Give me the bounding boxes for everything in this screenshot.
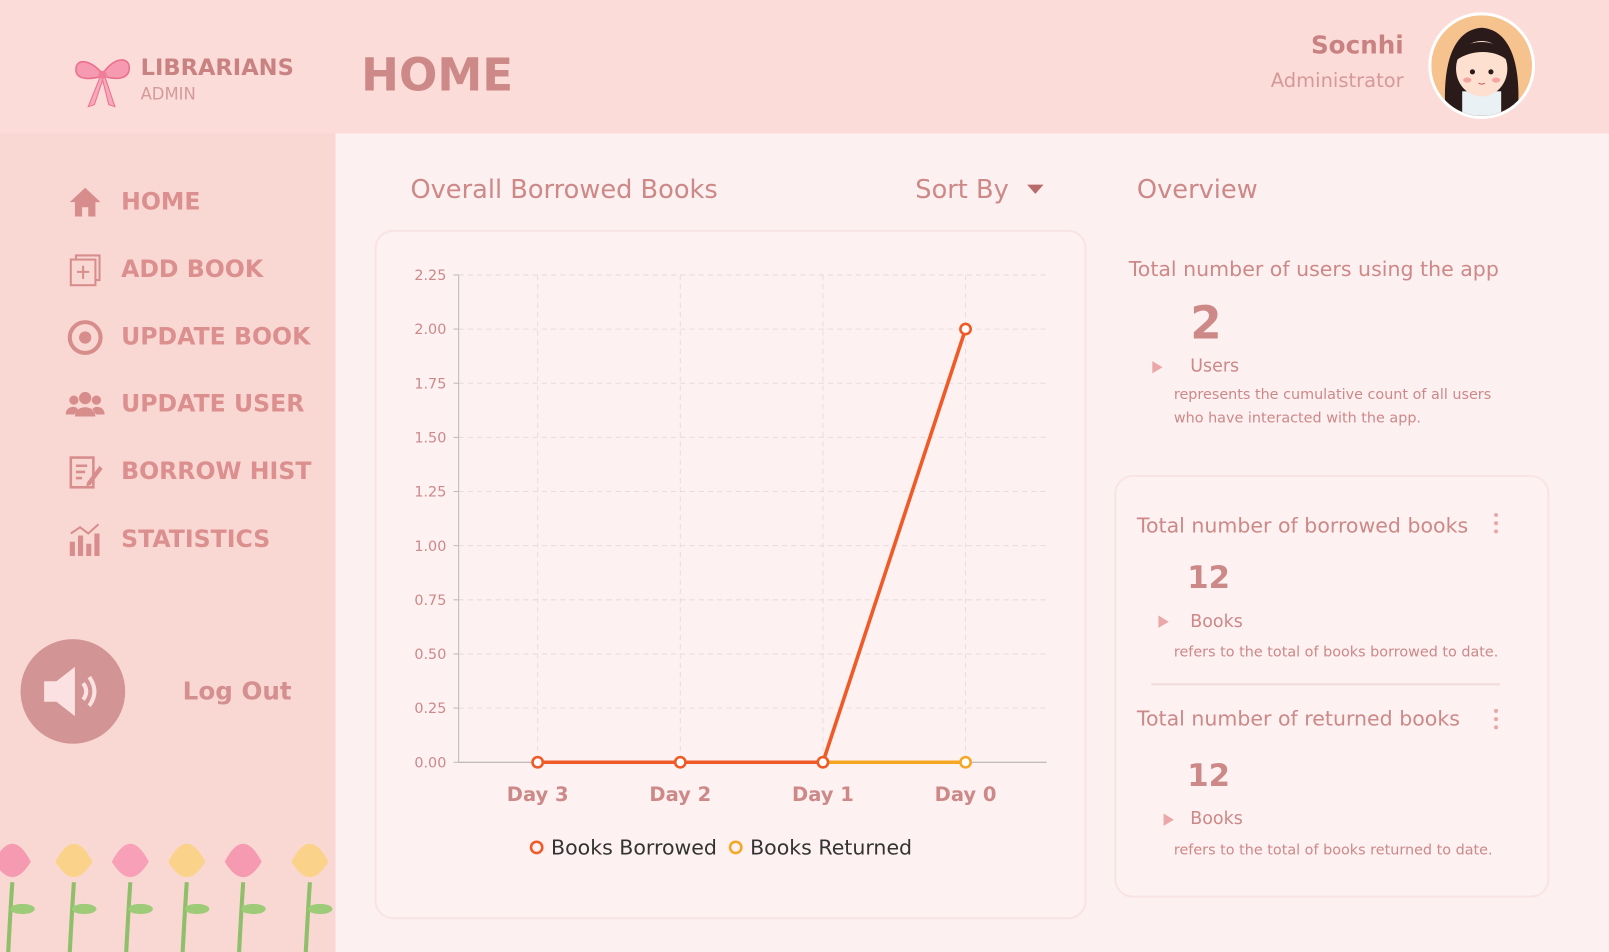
y-tick-label: 1.00 [414, 539, 446, 555]
bullet-icon [1158, 615, 1169, 628]
returned-stat-title: Total number of returned books [1136, 705, 1460, 731]
sidebar-item-label: HOME [121, 188, 201, 216]
avatar[interactable] [1428, 12, 1536, 120]
y-tick-label: 0.25 [414, 701, 446, 717]
borrowed-unit: Books [1190, 611, 1243, 632]
bullet-icon [1152, 361, 1163, 374]
chart-title: Overall Borrowed Books [410, 174, 718, 205]
returned-count: 12 [1187, 758, 1231, 795]
books-stats-card [1114, 474, 1550, 898]
sort-by-label: Sort By [915, 174, 1009, 205]
users-stat-title: Total number of users using the app [1128, 256, 1499, 282]
sidebar-item-statistics[interactable]: STATISTICS [66, 517, 323, 562]
returned-desc: refers to the total of books returned to… [1173, 842, 1493, 859]
brand-title: LIBRARIANS [140, 55, 294, 82]
x-tick-label: Day 2 [649, 783, 711, 806]
y-tick-label: 0.75 [414, 593, 446, 609]
users-desc-line2: who have interacted with the app. [1173, 410, 1422, 427]
legend-marker [529, 840, 544, 855]
sidebar-item-label: BORROW HIST [121, 458, 312, 486]
users-desc-line1: represents the cumulative count of all u… [1173, 386, 1492, 404]
y-tick-label: 1.50 [414, 431, 446, 447]
legend-label: Books Borrowed [551, 836, 717, 860]
sidebar-item-update-book[interactable]: UPDATE BOOK [66, 315, 323, 360]
sidebar-item-borrow-hist[interactable]: BORROW HIST [66, 449, 323, 494]
bullet-icon [1163, 813, 1174, 826]
sidebar-item-update-user[interactable]: UPDATE USER [65, 382, 323, 427]
sound-toggle-button[interactable] [20, 639, 126, 744]
brand-subtitle: ADMIN [140, 84, 196, 104]
y-tick-label: 2.25 [414, 268, 446, 284]
tulip-decoration [0, 843, 333, 952]
statistics-icon [66, 520, 105, 559]
x-tick-label: Day 3 [507, 783, 569, 806]
data-point [531, 755, 545, 769]
home-icon [66, 183, 105, 222]
sidebar-item-label: UPDATE USER [121, 390, 305, 418]
users-unit: Users [1190, 355, 1240, 377]
users-icon [65, 385, 105, 424]
sidebar-item-label: ADD BOOK [121, 256, 264, 284]
divider [1151, 683, 1501, 686]
overview-title: Overview [1136, 174, 1258, 205]
returned-unit: Books [1190, 808, 1243, 829]
sidebar-item-add-book[interactable]: ADD BOOK [66, 247, 323, 292]
sidebar-item-label: UPDATE BOOK [121, 324, 311, 351]
sidebar-item-home[interactable]: HOME [66, 180, 323, 225]
user-name: Socnhi [1310, 30, 1404, 60]
x-tick-label: Day 1 [792, 783, 854, 806]
legend-marker [728, 840, 743, 855]
add-book-icon [66, 250, 105, 289]
user-role: Administrator [1270, 69, 1404, 93]
line-chart: 0.00 0.25 0.50 0.75 1.00 1.25 1.50 1.75 2.00 2.25… [414, 268, 1047, 860]
data-point [959, 755, 972, 769]
more-options-icon[interactable] [1494, 708, 1499, 730]
x-tick-label: Day 0 [935, 783, 997, 806]
update-icon [66, 318, 105, 357]
y-tick-label: 0.00 [414, 755, 446, 771]
y-tick-label: 1.25 [414, 485, 446, 501]
data-point [816, 755, 830, 769]
bow-logo-icon [75, 59, 131, 108]
logout-button[interactable]: Log Out [183, 677, 292, 706]
y-tick-label: 2.00 [414, 322, 446, 338]
caret-down-icon [1027, 184, 1044, 194]
borrowed-count: 12 [1187, 560, 1231, 597]
borrowed-stat-title: Total number of borrowed books [1136, 512, 1469, 538]
legend-label: Books Returned [750, 836, 912, 860]
borrowed-desc: refers to the total of books borrowed to… [1173, 644, 1499, 661]
page-title: HOME [361, 49, 514, 102]
users-count: 2 [1190, 297, 1222, 350]
data-point [673, 755, 687, 769]
history-icon [66, 452, 105, 491]
y-tick-label: 0.50 [414, 647, 446, 663]
data-point [959, 322, 972, 336]
speaker-icon [44, 666, 97, 717]
sidebar-item-label: STATISTICS [121, 526, 271, 553]
more-options-icon[interactable] [1494, 512, 1499, 534]
y-tick-label: 1.75 [414, 376, 446, 392]
sort-by-dropdown[interactable]: Sort By [915, 174, 1044, 205]
